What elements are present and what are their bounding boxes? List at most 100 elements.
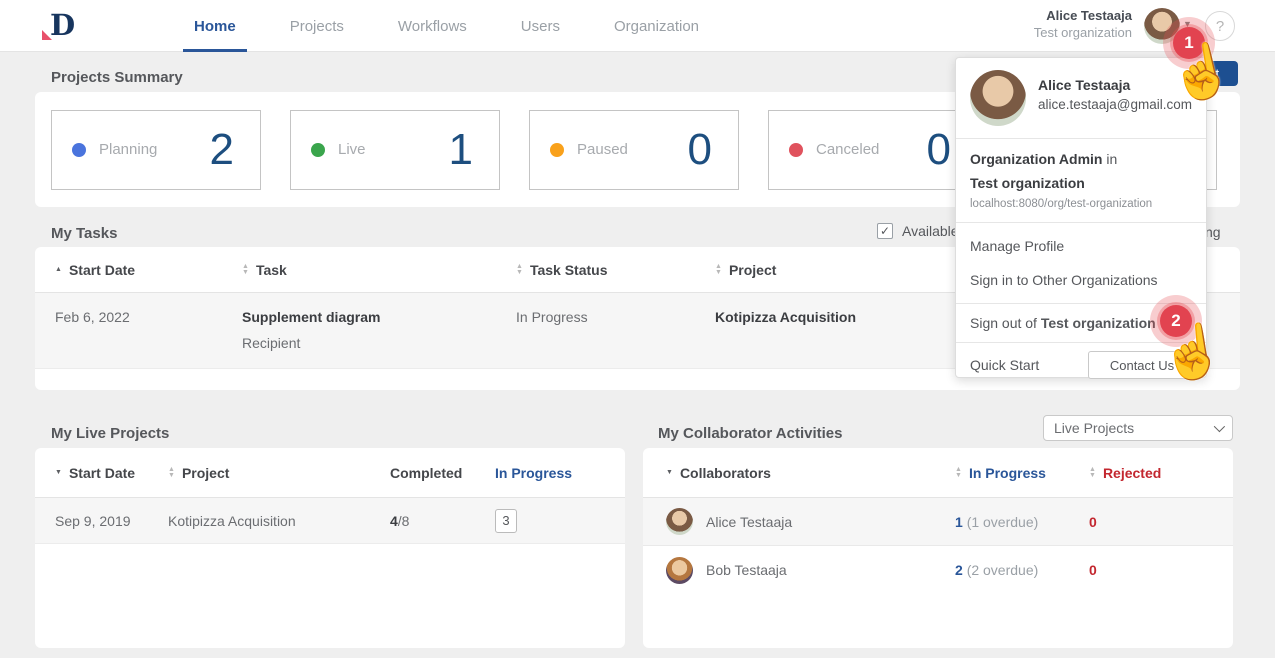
table-row[interactable]: Alice Testaaja 1 (1 overdue) 0: [643, 498, 1233, 546]
col-start-date[interactable]: ▲▼ Start Date: [55, 262, 242, 278]
menu-item-sign-out[interactable]: Sign out of Test organization: [956, 304, 1206, 343]
my-live-projects-card: ▲▼ Start Date ▲▼ Project Completed In Pr…: [35, 448, 625, 648]
collaborator-name: Bob Testaaja: [706, 562, 787, 578]
canceled-dot-icon: [789, 143, 803, 157]
completed-count: 4/8: [390, 513, 495, 529]
partially-hidden-filter-label: ng: [1205, 224, 1221, 240]
project-start-date: Sep 9, 2019: [55, 513, 168, 529]
avatar: [666, 508, 693, 535]
avatar[interactable]: [1144, 8, 1180, 44]
dropdown-footer: Quick Start Contact Us: [956, 343, 1206, 387]
paused-dot-icon: [550, 143, 564, 157]
sort-icon: ▲▼: [955, 467, 962, 479]
collaborator-cell: Bob Testaaja: [666, 557, 955, 584]
collaborators-header: ▲▼ Collaborators ▲▼ In Progress ▲▼ Rejec…: [643, 448, 1233, 498]
user-name: Alice Testaaja: [1034, 8, 1132, 23]
projects-summary-title: Projects Summary: [51, 69, 183, 86]
in-progress-count-button[interactable]: 3: [495, 509, 517, 533]
live-dot-icon: [311, 143, 325, 157]
user-menu-trigger[interactable]: Alice Testaaja Test organization: [1034, 8, 1132, 40]
collaborator-cell: Alice Testaaja: [666, 508, 955, 535]
in-progress-cell: 3: [495, 509, 625, 533]
table-row[interactable]: Sep 9, 2019 Kotipizza Acquisition 4/8 3: [35, 498, 625, 544]
dropdown-profile-section: Alice Testaaja alice.testaaja@gmail.com: [956, 58, 1206, 139]
user-dropdown-menu: Alice Testaaja alice.testaaja@gmail.com …: [955, 57, 1207, 378]
in-progress-cell: 1 (1 overdue): [955, 514, 1089, 530]
task-start-date: Feb 6, 2022: [55, 309, 242, 325]
stat-value: 1: [449, 125, 473, 175]
col-in-progress[interactable]: In Progress: [495, 465, 625, 481]
in-progress-cell: 2 (2 overdue): [955, 562, 1089, 578]
dropdown-user-email: alice.testaaja@gmail.com: [1038, 97, 1192, 112]
sort-icon: ▲▼: [715, 264, 722, 276]
my-tasks-title: My Tasks: [51, 225, 117, 242]
sort-asc-icon: ▲▼: [55, 267, 62, 273]
checkbox-label: Available: [902, 223, 959, 239]
select-value: Live Projects: [1054, 420, 1134, 436]
user-role: Organization Admin: [970, 151, 1102, 167]
stat-label: Planning: [99, 141, 157, 158]
stat-value: 2: [210, 125, 234, 175]
help-button[interactable]: ?: [1205, 11, 1235, 41]
rejected-count: 0: [1089, 514, 1233, 530]
dropdown-user-name: Alice Testaaja: [1038, 77, 1192, 93]
menu-item-quick-start[interactable]: Quick Start: [970, 357, 1039, 373]
planning-dot-icon: [72, 143, 86, 157]
contact-us-button[interactable]: Contact Us: [1088, 351, 1196, 379]
dashboard-page: D Home Projects Workflows Users Organiza…: [0, 0, 1275, 658]
available-filter-checkbox[interactable]: ✓ Available: [877, 223, 959, 239]
table-row[interactable]: Bob Testaaja 2 (2 overdue) 0: [643, 546, 1233, 594]
logo-letter: D: [50, 8, 75, 42]
sort-desc-icon: ▲▼: [55, 470, 62, 476]
collaborator-name: Alice Testaaja: [706, 514, 792, 530]
sort-desc-icon: ▲▼: [666, 470, 673, 476]
projects-filter-select[interactable]: Live Projects: [1043, 415, 1233, 441]
dropdown-menu-items: Manage Profile Sign in to Other Organiza…: [956, 223, 1206, 304]
sort-icon: ▲▼: [516, 264, 523, 276]
stat-box-planning[interactable]: Planning 2: [51, 110, 261, 190]
checkbox-checked-icon[interactable]: ✓: [877, 223, 893, 239]
collaborator-activities-card: ▲▼ Collaborators ▲▼ In Progress ▲▼ Rejec…: [643, 448, 1233, 648]
stat-box-paused[interactable]: Paused 0: [529, 110, 739, 190]
stat-box-canceled[interactable]: Canceled 0: [768, 110, 978, 190]
stat-label: Live: [338, 141, 366, 158]
rejected-count: 0: [1089, 562, 1233, 578]
nav-item-organization[interactable]: Organization: [603, 0, 710, 52]
top-navbar: D Home Projects Workflows Users Organiza…: [0, 0, 1275, 52]
user-organization: Test organization: [1034, 25, 1132, 40]
org-url: localhost:8080/org/test-organization: [970, 198, 1192, 210]
project-name: Kotipizza Acquisition: [168, 513, 390, 529]
dropdown-org-section: Organization Admin in Test organization …: [956, 139, 1206, 223]
chevron-down-icon: [1214, 421, 1225, 432]
main-nav: Home Projects Workflows Users Organizati…: [183, 0, 742, 52]
col-task-status[interactable]: ▲▼ Task Status: [516, 262, 715, 278]
sort-icon: ▲▼: [1089, 467, 1096, 479]
avatar: [666, 557, 693, 584]
chevron-down-icon[interactable]: ▼: [1183, 19, 1192, 29]
task-status: In Progress: [516, 309, 715, 325]
sort-icon: ▲▼: [242, 264, 249, 276]
stat-value: 0: [927, 125, 951, 175]
menu-item-manage-profile[interactable]: Manage Profile: [970, 229, 1192, 263]
task-role: Recipient: [242, 335, 516, 351]
col-task[interactable]: ▲▼ Task: [242, 262, 516, 278]
sort-icon: ▲▼: [168, 467, 175, 479]
question-icon: ?: [1216, 18, 1224, 35]
col-start-date[interactable]: ▲▼ Start Date: [55, 465, 168, 481]
nav-item-users[interactable]: Users: [510, 0, 571, 52]
nav-item-workflows[interactable]: Workflows: [387, 0, 478, 52]
my-collaborator-activities-title: My Collaborator Activities: [658, 425, 842, 442]
nav-item-home[interactable]: Home: [183, 0, 247, 52]
col-completed[interactable]: Completed: [390, 465, 495, 481]
my-live-projects-title: My Live Projects: [51, 425, 169, 442]
nav-item-projects[interactable]: Projects: [279, 0, 355, 52]
stat-box-live[interactable]: Live 1: [290, 110, 500, 190]
col-in-progress[interactable]: ▲▼ In Progress: [955, 465, 1089, 481]
org-name: Test organization: [970, 175, 1192, 191]
menu-item-sign-in-other-orgs[interactable]: Sign in to Other Organizations: [970, 263, 1192, 297]
stat-label: Paused: [577, 141, 628, 158]
col-rejected[interactable]: ▲▼ Rejected: [1089, 465, 1233, 481]
col-collaborators[interactable]: ▲▼ Collaborators: [666, 465, 955, 481]
app-logo[interactable]: D: [40, 8, 80, 44]
col-project[interactable]: ▲▼ Project: [168, 465, 390, 481]
